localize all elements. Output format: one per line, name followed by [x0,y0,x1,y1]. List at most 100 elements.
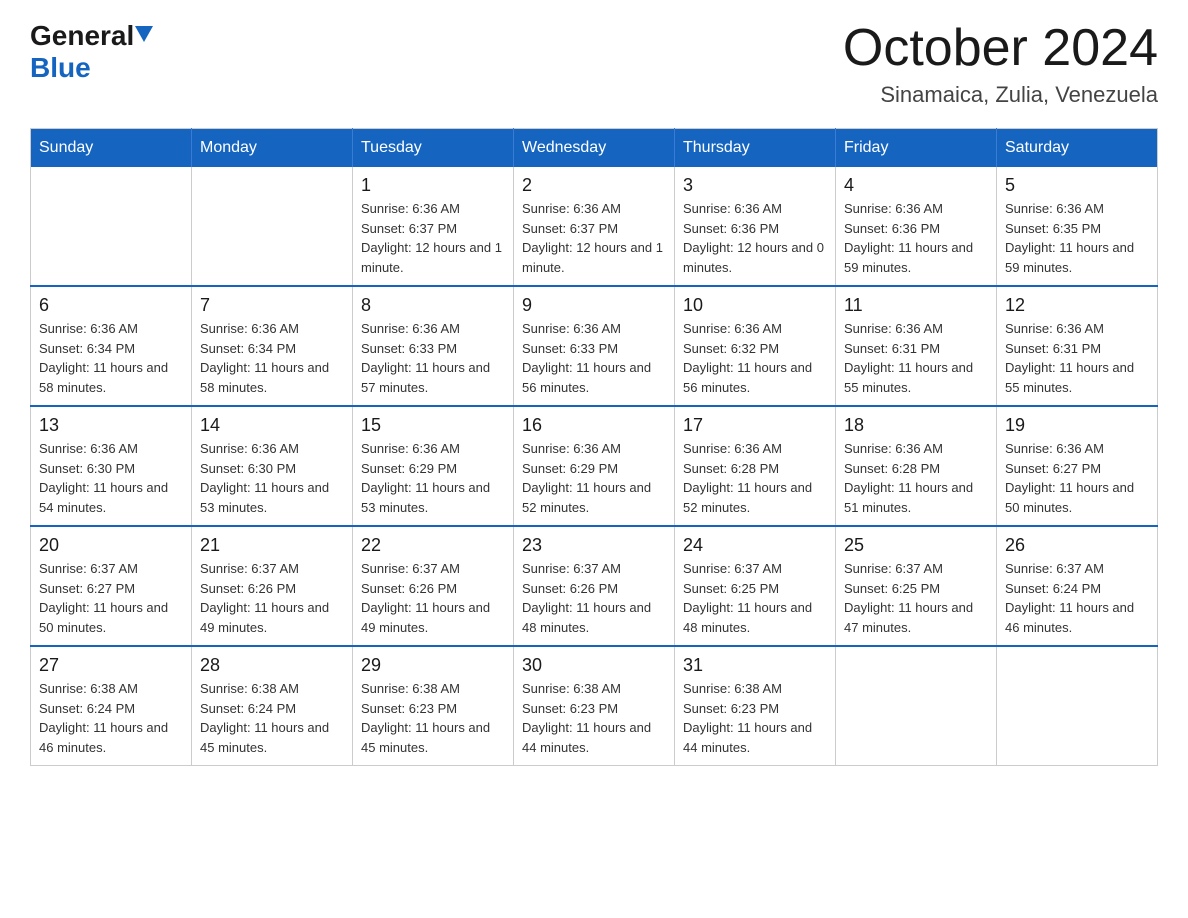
calendar-cell: 26 Sunrise: 6:37 AMSunset: 6:24 PMDayligh… [997,526,1158,646]
title-section: October 2024 Sinamaica, Zulia, Venezuela [843,20,1158,108]
calendar-header-saturday: Saturday [997,129,1158,168]
calendar-cell: 21 Sunrise: 6:37 AMSunset: 6:26 PMDayligh… [192,526,353,646]
day-number: 10 [683,295,827,316]
calendar-cell: 16Sunrise: 6:36 AMSunset: 6:29 PMDayligh… [514,406,675,526]
calendar-header-tuesday: Tuesday [353,129,514,168]
calendar-cell: 10 Sunrise: 6:36 AMSunset: 6:32 PMDayligh… [675,286,836,406]
day-info: Sunrise: 6:36 AMSunset: 6:28 PMDaylight:… [844,439,988,517]
calendar-header-thursday: Thursday [675,129,836,168]
calendar-header-row: SundayMondayTuesdayWednesdayThursdayFrid… [31,129,1158,168]
day-info: Sunrise: 6:36 AMSunset: 6:28 PMDaylight:… [683,439,827,517]
day-info: Sunrise: 6:38 AMSunset: 6:23 PMDaylight:… [361,679,505,757]
day-number: 26 [1005,535,1149,556]
day-number: 14 [200,415,344,436]
day-number: 3 [683,175,827,196]
calendar-cell: 11 Sunrise: 6:36 AMSunset: 6:31 PMDayligh… [836,286,997,406]
day-number: 21 [200,535,344,556]
page-header: General Blue October 2024 Sinamaica, Zul… [30,20,1158,108]
calendar-cell: 24 Sunrise: 6:37 AMSunset: 6:25 PMDayligh… [675,526,836,646]
calendar-header-friday: Friday [836,129,997,168]
day-info: Sunrise: 6:37 AMSunset: 6:27 PMDaylight:… [39,559,183,637]
day-info: Sunrise: 6:36 AMSunset: 6:34 PMDaylight:… [39,319,183,397]
calendar-week-2: 6 Sunrise: 6:36 AMSunset: 6:34 PMDaylight… [31,286,1158,406]
day-number: 18 [844,415,988,436]
calendar-cell: 7 Sunrise: 6:36 AMSunset: 6:34 PMDaylight… [192,286,353,406]
day-info: Sunrise: 6:38 AMSunset: 6:23 PMDaylight:… [522,679,666,757]
day-info: Sunrise: 6:36 AMSunset: 6:34 PMDaylight:… [200,319,344,397]
day-info: Sunrise: 6:37 AMSunset: 6:25 PMDaylight:… [683,559,827,637]
day-info: Sunrise: 6:37 AMSunset: 6:24 PMDaylight:… [1005,559,1149,637]
day-info: Sunrise: 6:37 AMSunset: 6:26 PMDaylight:… [200,559,344,637]
day-info: Sunrise: 6:36 AMSunset: 6:33 PMDaylight:… [361,319,505,397]
day-info: Sunrise: 6:37 AMSunset: 6:26 PMDaylight:… [361,559,505,637]
day-info: Sunrise: 6:36 AMSunset: 6:31 PMDaylight:… [1005,319,1149,397]
day-number: 4 [844,175,988,196]
day-info: Sunrise: 6:36 AMSunset: 6:36 PMDaylight:… [683,199,827,277]
calendar-cell: 14 Sunrise: 6:36 AMSunset: 6:30 PMDayligh… [192,406,353,526]
day-info: Sunrise: 6:38 AMSunset: 6:23 PMDaylight:… [683,679,827,757]
main-title: October 2024 [843,20,1158,77]
calendar-cell [836,646,997,766]
calendar-cell: 31Sunrise: 6:38 AMSunset: 6:23 PMDayligh… [675,646,836,766]
logo-general: General [30,20,134,52]
day-info: Sunrise: 6:36 AMSunset: 6:35 PMDaylight:… [1005,199,1149,277]
day-info: Sunrise: 6:36 AMSunset: 6:37 PMDaylight:… [522,199,666,277]
calendar-cell: 2 Sunrise: 6:36 AMSunset: 6:37 PMDaylight… [514,167,675,286]
day-number: 28 [200,655,344,676]
day-number: 29 [361,655,505,676]
day-number: 27 [39,655,183,676]
day-number: 11 [844,295,988,316]
calendar-cell: 30 Sunrise: 6:38 AMSunset: 6:23 PMDayligh… [514,646,675,766]
calendar-week-3: 13 Sunrise: 6:36 AMSunset: 6:30 PMDayligh… [31,406,1158,526]
day-info: Sunrise: 6:36 AMSunset: 6:31 PMDaylight:… [844,319,988,397]
subtitle: Sinamaica, Zulia, Venezuela [843,82,1158,108]
calendar-cell: 15 Sunrise: 6:36 AMSunset: 6:29 PMDayligh… [353,406,514,526]
day-info: Sunrise: 6:36 AMSunset: 6:27 PMDaylight:… [1005,439,1149,517]
day-number: 24 [683,535,827,556]
calendar-cell: 1 Sunrise: 6:36 AMSunset: 6:37 PMDaylight… [353,167,514,286]
logo-blue: Blue [30,52,91,83]
day-info: Sunrise: 6:38 AMSunset: 6:24 PMDaylight:… [39,679,183,757]
day-number: 22 [361,535,505,556]
day-number: 15 [361,415,505,436]
day-number: 23 [522,535,666,556]
day-info: Sunrise: 6:36 AMSunset: 6:32 PMDaylight:… [683,319,827,397]
calendar-cell: 12Sunrise: 6:36 AMSunset: 6:31 PMDayligh… [997,286,1158,406]
calendar-week-4: 20Sunrise: 6:37 AMSunset: 6:27 PMDayligh… [31,526,1158,646]
day-number: 13 [39,415,183,436]
day-number: 30 [522,655,666,676]
day-number: 9 [522,295,666,316]
day-number: 17 [683,415,827,436]
day-number: 8 [361,295,505,316]
calendar-cell: 3 Sunrise: 6:36 AMSunset: 6:36 PMDaylight… [675,167,836,286]
day-info: Sunrise: 6:37 AMSunset: 6:26 PMDaylight:… [522,559,666,637]
calendar-table: SundayMondayTuesdayWednesdayThursdayFrid… [30,128,1158,766]
day-info: Sunrise: 6:36 AMSunset: 6:29 PMDaylight:… [522,439,666,517]
calendar-cell: 25 Sunrise: 6:37 AMSunset: 6:25 PMDayligh… [836,526,997,646]
day-info: Sunrise: 6:36 AMSunset: 6:33 PMDaylight:… [522,319,666,397]
calendar-cell: 23 Sunrise: 6:37 AMSunset: 6:26 PMDayligh… [514,526,675,646]
day-number: 2 [522,175,666,196]
calendar-cell: 28Sunrise: 6:38 AMSunset: 6:24 PMDayligh… [192,646,353,766]
day-number: 5 [1005,175,1149,196]
calendar-cell: 20Sunrise: 6:37 AMSunset: 6:27 PMDayligh… [31,526,192,646]
logo-arrow-icon [135,26,153,42]
day-info: Sunrise: 6:36 AMSunset: 6:37 PMDaylight:… [361,199,505,277]
day-number: 6 [39,295,183,316]
calendar-cell: 13Sunrise: 6:36 AMSunset: 6:30 PMDayligh… [31,406,192,526]
logo: General Blue [30,20,153,84]
calendar-cell: 4Sunrise: 6:36 AMSunset: 6:36 PMDaylight… [836,167,997,286]
calendar-header-sunday: Sunday [31,129,192,168]
day-number: 7 [200,295,344,316]
calendar-week-5: 27 Sunrise: 6:38 AMSunset: 6:24 PMDayligh… [31,646,1158,766]
day-number: 19 [1005,415,1149,436]
day-info: Sunrise: 6:36 AMSunset: 6:29 PMDaylight:… [361,439,505,517]
calendar-cell [31,167,192,286]
calendar-cell: 8 Sunrise: 6:36 AMSunset: 6:33 PMDaylight… [353,286,514,406]
calendar-cell: 5 Sunrise: 6:36 AMSunset: 6:35 PMDaylight… [997,167,1158,286]
day-info: Sunrise: 6:36 AMSunset: 6:30 PMDaylight:… [200,439,344,517]
calendar-week-1: 1 Sunrise: 6:36 AMSunset: 6:37 PMDaylight… [31,167,1158,286]
day-info: Sunrise: 6:37 AMSunset: 6:25 PMDaylight:… [844,559,988,637]
day-number: 25 [844,535,988,556]
day-number: 1 [361,175,505,196]
